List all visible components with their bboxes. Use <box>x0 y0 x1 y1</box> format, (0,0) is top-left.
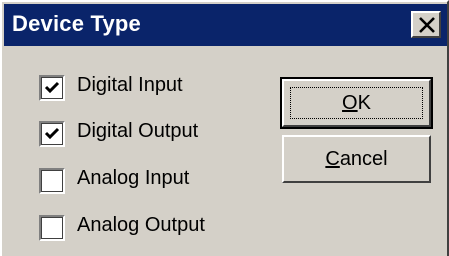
focus-rectangle <box>290 87 423 119</box>
title-bar[interactable]: Device Type <box>4 4 447 46</box>
option-digital-output[interactable]: Digital Output <box>39 118 259 148</box>
cancel-button[interactable]: Cancel <box>282 135 431 183</box>
digital-input-label: Digital Input <box>77 74 183 96</box>
analog-input-label: Analog Input <box>77 167 190 189</box>
digital-input-checkbox[interactable] <box>39 75 65 101</box>
checkmark-icon <box>44 81 60 94</box>
analog-input-checkbox[interactable] <box>39 168 65 194</box>
window-title: Device Type <box>12 11 141 36</box>
cancel-mnemonic: C <box>325 148 340 170</box>
cancel-label-rest: ancel <box>339 148 388 170</box>
device-type-dialog: Device Type Digital Input Digital Output <box>0 0 449 256</box>
digital-output-label: Digital Output <box>77 120 199 142</box>
option-digital-input[interactable]: Digital Input <box>39 72 259 102</box>
close-button[interactable] <box>411 11 441 38</box>
ok-button[interactable]: OK <box>280 77 433 129</box>
analog-output-label: Analog Output <box>77 214 205 236</box>
digital-output-checkbox[interactable] <box>39 121 65 147</box>
option-analog-input[interactable]: Analog Input <box>39 165 259 195</box>
analog-output-checkbox[interactable] <box>39 215 65 241</box>
checkmark-icon <box>44 127 60 140</box>
option-analog-output[interactable]: Analog Output <box>39 212 259 242</box>
close-icon <box>419 17 435 33</box>
